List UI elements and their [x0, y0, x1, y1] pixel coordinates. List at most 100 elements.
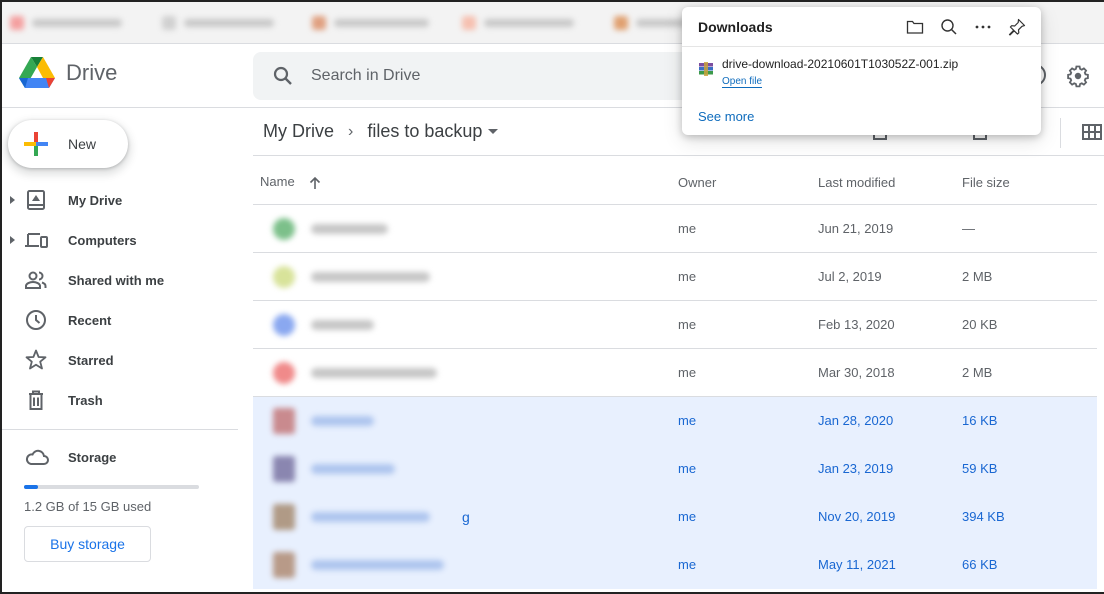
file-row[interactable]: me Jan 28, 2020 16 KB [253, 397, 1097, 445]
file-name-redacted[interactable] [311, 223, 388, 234]
file-name-visible-fragment: g [462, 508, 470, 525]
download-filename[interactable]: drive-download-20210601T103052Z-001.zip [722, 57, 958, 71]
storage-used-text: 1.2 GB of 15 GB used [24, 499, 152, 514]
file-name-redacted[interactable] [311, 319, 374, 330]
downloads-divider [682, 46, 1041, 47]
file-row[interactable]: g me Nov 20, 2019 394 KB [253, 493, 1097, 541]
shared-people-icon [25, 271, 47, 289]
column-header-name[interactable]: Name [260, 174, 322, 190]
file-size: 66 KB [962, 557, 998, 572]
file-owner: me [678, 557, 697, 572]
open-file-link[interactable]: Open file [722, 76, 763, 88]
sidebar-nav: My Drive Computers Shared with me Recent [2, 180, 242, 420]
sidebar-item-starred[interactable]: Starred [2, 340, 242, 380]
my-drive-icon [27, 190, 45, 210]
file-size: 59 KB [962, 461, 998, 476]
settings-gear-icon[interactable] [1066, 64, 1090, 88]
more-options-button[interactable] [973, 17, 993, 37]
see-more-link[interactable]: See more [698, 109, 754, 124]
sidebar-item-shared-with-me[interactable]: Shared with me [2, 260, 242, 300]
file-row[interactable]: me Feb 13, 2020 20 KB [253, 301, 1097, 349]
file-size: 2 MB [962, 365, 993, 380]
file-owner: me [678, 365, 697, 380]
search-input[interactable] [311, 67, 711, 85]
file-size: 2 MB [962, 269, 993, 284]
expand-caret-icon[interactable] [10, 196, 15, 204]
downloads-title: Downloads [698, 19, 773, 35]
download-item[interactable]: drive-download-20210601T103052Z-001.zip … [698, 57, 958, 89]
file-last-modified: May 11, 2021 [818, 557, 896, 572]
star-icon [25, 349, 47, 370]
file-last-modified: Jan 23, 2019 [818, 461, 894, 476]
plus-icon [24, 132, 48, 156]
sort-ascending-arrow-icon[interactable] [308, 176, 322, 190]
breadcrumb-separator: › [348, 122, 354, 140]
breadcrumb-root[interactable]: My Drive [253, 121, 344, 142]
breadcrumb-current-folder[interactable]: files to backup [357, 121, 482, 142]
file-name-redacted[interactable] [311, 367, 437, 378]
new-button-label: New [68, 136, 97, 152]
file-owner: me [678, 413, 697, 428]
buy-storage-button[interactable]: Buy storage [24, 526, 151, 562]
file-type-icon [273, 217, 295, 240]
file-last-modified: Feb 13, 2020 [818, 317, 895, 332]
file-last-modified: Mar 30, 2018 [818, 365, 895, 380]
file-name-redacted[interactable] [311, 559, 444, 570]
file-rows: me Jun 21, 2019 — me Jul 2, 2019 2 MB me Feb 13… [253, 205, 1097, 589]
drive-logo[interactable]: Drive [18, 56, 117, 90]
column-header-last-modified[interactable]: Last modified [818, 175, 895, 190]
file-row[interactable]: me Jun 21, 2019 — [253, 205, 1097, 253]
sidebar-item-label: My Drive [68, 192, 123, 208]
file-type-icon [273, 313, 295, 336]
file-last-modified: Jul 2, 2019 [818, 269, 882, 284]
search-icon[interactable] [271, 64, 295, 88]
pin-downloads-button[interactable] [1007, 17, 1027, 37]
browser-tab[interactable] [162, 12, 274, 34]
file-row[interactable]: me Jan 23, 2019 59 KB [253, 445, 1097, 493]
folder-menu-caret-icon[interactable] [488, 129, 499, 134]
file-last-modified: Jan 28, 2020 [818, 413, 894, 428]
column-header-owner[interactable]: Owner [678, 175, 716, 190]
file-row[interactable]: me Mar 30, 2018 2 MB [253, 349, 1097, 397]
file-list: Name Owner Last modified File size me Jun… [253, 160, 1097, 589]
storage-progress-bar [24, 485, 199, 489]
sidebar-item-my-drive[interactable]: My Drive [2, 180, 242, 220]
cloud-icon [25, 449, 49, 465]
toolbar-divider [1060, 118, 1061, 148]
file-last-modified: Jun 21, 2019 [818, 221, 894, 236]
file-size: 16 KB [962, 413, 998, 428]
file-owner: me [678, 317, 697, 332]
search-downloads-button[interactable] [939, 17, 959, 37]
file-name-redacted[interactable] [311, 511, 430, 522]
file-type-icon [273, 265, 295, 288]
computers-icon [25, 233, 48, 248]
browser-tab[interactable] [312, 12, 429, 34]
file-row[interactable]: me Jul 2, 2019 2 MB [253, 253, 1097, 301]
sidebar-item-trash[interactable]: Trash [2, 380, 242, 420]
browser-tab[interactable] [462, 12, 574, 34]
expand-caret-icon[interactable] [10, 236, 15, 244]
file-name-redacted[interactable] [311, 415, 374, 426]
grid-view-icon[interactable] [1082, 124, 1102, 140]
new-button[interactable]: New [8, 120, 128, 168]
file-type-icon [273, 361, 295, 384]
sidebar-item-recent[interactable]: Recent [2, 300, 242, 340]
clock-icon [26, 310, 46, 330]
browser-tab[interactable] [10, 12, 122, 34]
file-type-icon [273, 551, 295, 578]
downloads-panel: Downloads drive-download-20210601T103052… [682, 7, 1041, 135]
file-row[interactable]: me May 11, 2021 66 KB [253, 541, 1097, 589]
file-type-icon [273, 455, 295, 482]
sidebar-item-label: Computers [68, 232, 137, 248]
column-header-name-label: Name [260, 174, 295, 190]
column-header-file-size[interactable]: File size [962, 175, 1010, 190]
browser-tab[interactable] [614, 12, 686, 34]
file-name-redacted[interactable] [311, 463, 395, 474]
file-list-header: Name Owner Last modified File size [253, 160, 1097, 205]
file-owner: me [678, 509, 697, 524]
storage-label[interactable]: Storage [68, 450, 116, 465]
search-icon [941, 19, 957, 35]
open-downloads-folder-button[interactable] [905, 17, 925, 37]
file-name-redacted[interactable] [311, 271, 430, 282]
sidebar-item-computers[interactable]: Computers [2, 220, 242, 260]
